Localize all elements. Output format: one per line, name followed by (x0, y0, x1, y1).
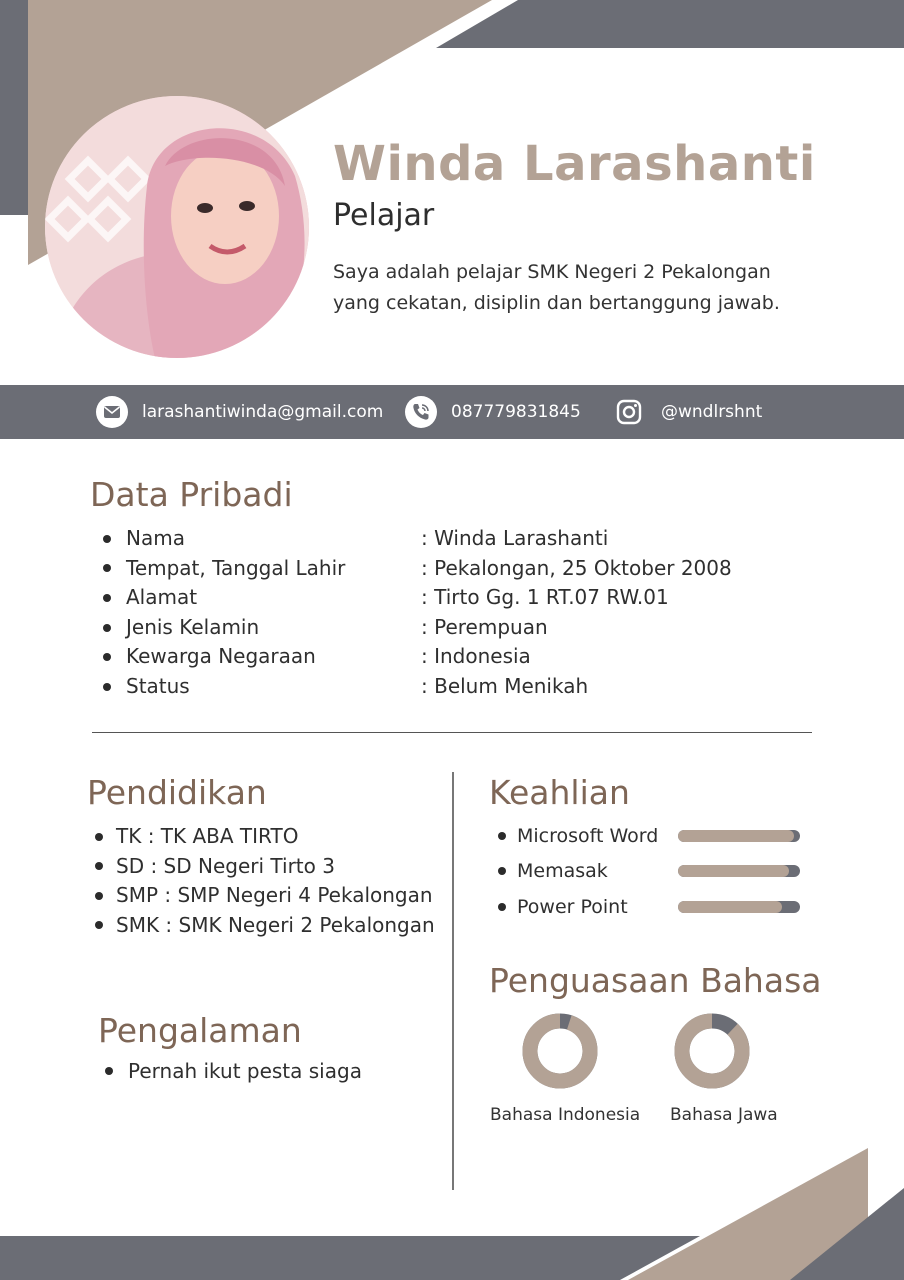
instagram-icon (615, 398, 643, 426)
skill-level-bar (678, 900, 800, 913)
full-name: Winda Larashanti (333, 136, 816, 192)
section-title-experience: Pengalaman (98, 1011, 302, 1050)
personal-row: Status : Belum Menikah (93, 672, 813, 702)
personal-value: : Tirto Gg. 1 RT.07 RW.01 (421, 585, 669, 610)
instagram-handle[interactable]: @wndlrshnt (661, 402, 762, 422)
skill-level-bar (678, 865, 800, 878)
contact-instagram[interactable]: @wndlrshnt (615, 385, 762, 439)
phone-icon (405, 396, 437, 428)
skill-name: Power Point (517, 895, 628, 918)
personal-label: Status (126, 673, 190, 698)
donut-level-arc (674, 1013, 750, 1089)
skill-level-bar (678, 829, 800, 842)
education-item: SD : SD Negeri Tirto 3 (85, 852, 435, 882)
bottom-slate-band (0, 1236, 700, 1280)
personal-label: Nama (126, 526, 185, 550)
personal-row: Kewarga Negaraan : Indonesia (93, 642, 813, 672)
section-divider (92, 732, 812, 733)
section-title-education: Pendidikan (87, 773, 267, 812)
language-label: Bahasa Indonesia (490, 1105, 641, 1125)
bullet-dot (498, 867, 506, 876)
personal-value: : Indonesia (421, 644, 531, 669)
job-title: Pelajar (333, 198, 435, 233)
personal-value: : Pekalongan, 25 Oktober 2008 (421, 555, 732, 580)
personal-value: : Belum Menikah (421, 673, 589, 698)
top-right-slate-band (436, 0, 904, 48)
personal-value: : Winda Larashanti (421, 526, 609, 550)
personal-value: : Perempuan (421, 614, 548, 639)
email-text[interactable]: larashantiwinda@gmail.com (142, 402, 383, 422)
language-donut (674, 1013, 750, 1089)
skill-row: Memasak (488, 854, 808, 890)
column-divider (452, 772, 454, 1190)
skill-level-fill (678, 865, 790, 878)
personal-label: Kewarga Negaraan (126, 644, 316, 669)
personal-label: Alamat (126, 585, 198, 610)
skill-level-fill (678, 829, 794, 842)
phone-text[interactable]: 087779831845 (451, 402, 581, 422)
skill-level-fill (678, 900, 782, 913)
bullet-dot (498, 902, 506, 911)
contact-bar: larashantiwinda@gmail.com 087779831845 @… (0, 385, 904, 439)
skill-name: Memasak (517, 860, 608, 883)
education-item: SMP : SMP Negeri 4 Pekalongan (85, 881, 435, 911)
personal-row: Tempat, Tanggal Lahir : Pekalongan, 25 Ok… (93, 554, 813, 584)
skill-row: Power Point (488, 889, 808, 925)
contact-email[interactable]: larashantiwinda@gmail.com (96, 385, 383, 439)
profile-summary: Saya adalah pelajar SMK Negeri 2 Pekalon… (333, 261, 780, 314)
personal-row: Nama : Winda Larashanti (93, 524, 813, 554)
contact-phone[interactable]: 087779831845 (405, 385, 581, 439)
experience-list: Pernah ikut pesta siaga (95, 1056, 362, 1086)
language-label: Bahasa Jawa (670, 1105, 778, 1125)
language-donut (522, 1013, 598, 1089)
profile-photo (45, 96, 309, 358)
section-title-skills: Keahlian (489, 773, 630, 812)
personal-label: Jenis Kelamin (126, 614, 260, 639)
section-title-languages: Penguasaan Bahasa (489, 961, 822, 1000)
donut-level-arc (522, 1013, 598, 1089)
skill-row: Microsoft Word (488, 818, 808, 854)
profile-photo-illustration (45, 96, 309, 358)
education-list: TK : TK ABA TIRTO SD : SD Negeri Tirto 3… (85, 822, 435, 940)
personal-row: Jenis Kelamin : Perempuan (93, 613, 813, 643)
personal-data-list: Nama : Winda Larashanti Tempat, Tanggal L… (93, 524, 813, 702)
experience-item: Pernah ikut pesta siaga (95, 1056, 362, 1086)
education-item: SMK : SMK Negeri 2 Pekalongan (85, 911, 435, 941)
personal-row: Alamat : Tirto Gg. 1 RT.07 RW.01 (93, 583, 813, 613)
skills-list: Microsoft Word Memasak Power Point (488, 818, 808, 925)
bullet-dot (498, 831, 506, 840)
education-item: TK : TK ABA TIRTO (85, 822, 435, 852)
skill-name: Microsoft Word (517, 824, 659, 847)
mail-icon (96, 396, 128, 428)
section-title-personal: Data Pribadi (90, 475, 293, 514)
personal-label: Tempat, Tanggal Lahir (126, 555, 346, 580)
